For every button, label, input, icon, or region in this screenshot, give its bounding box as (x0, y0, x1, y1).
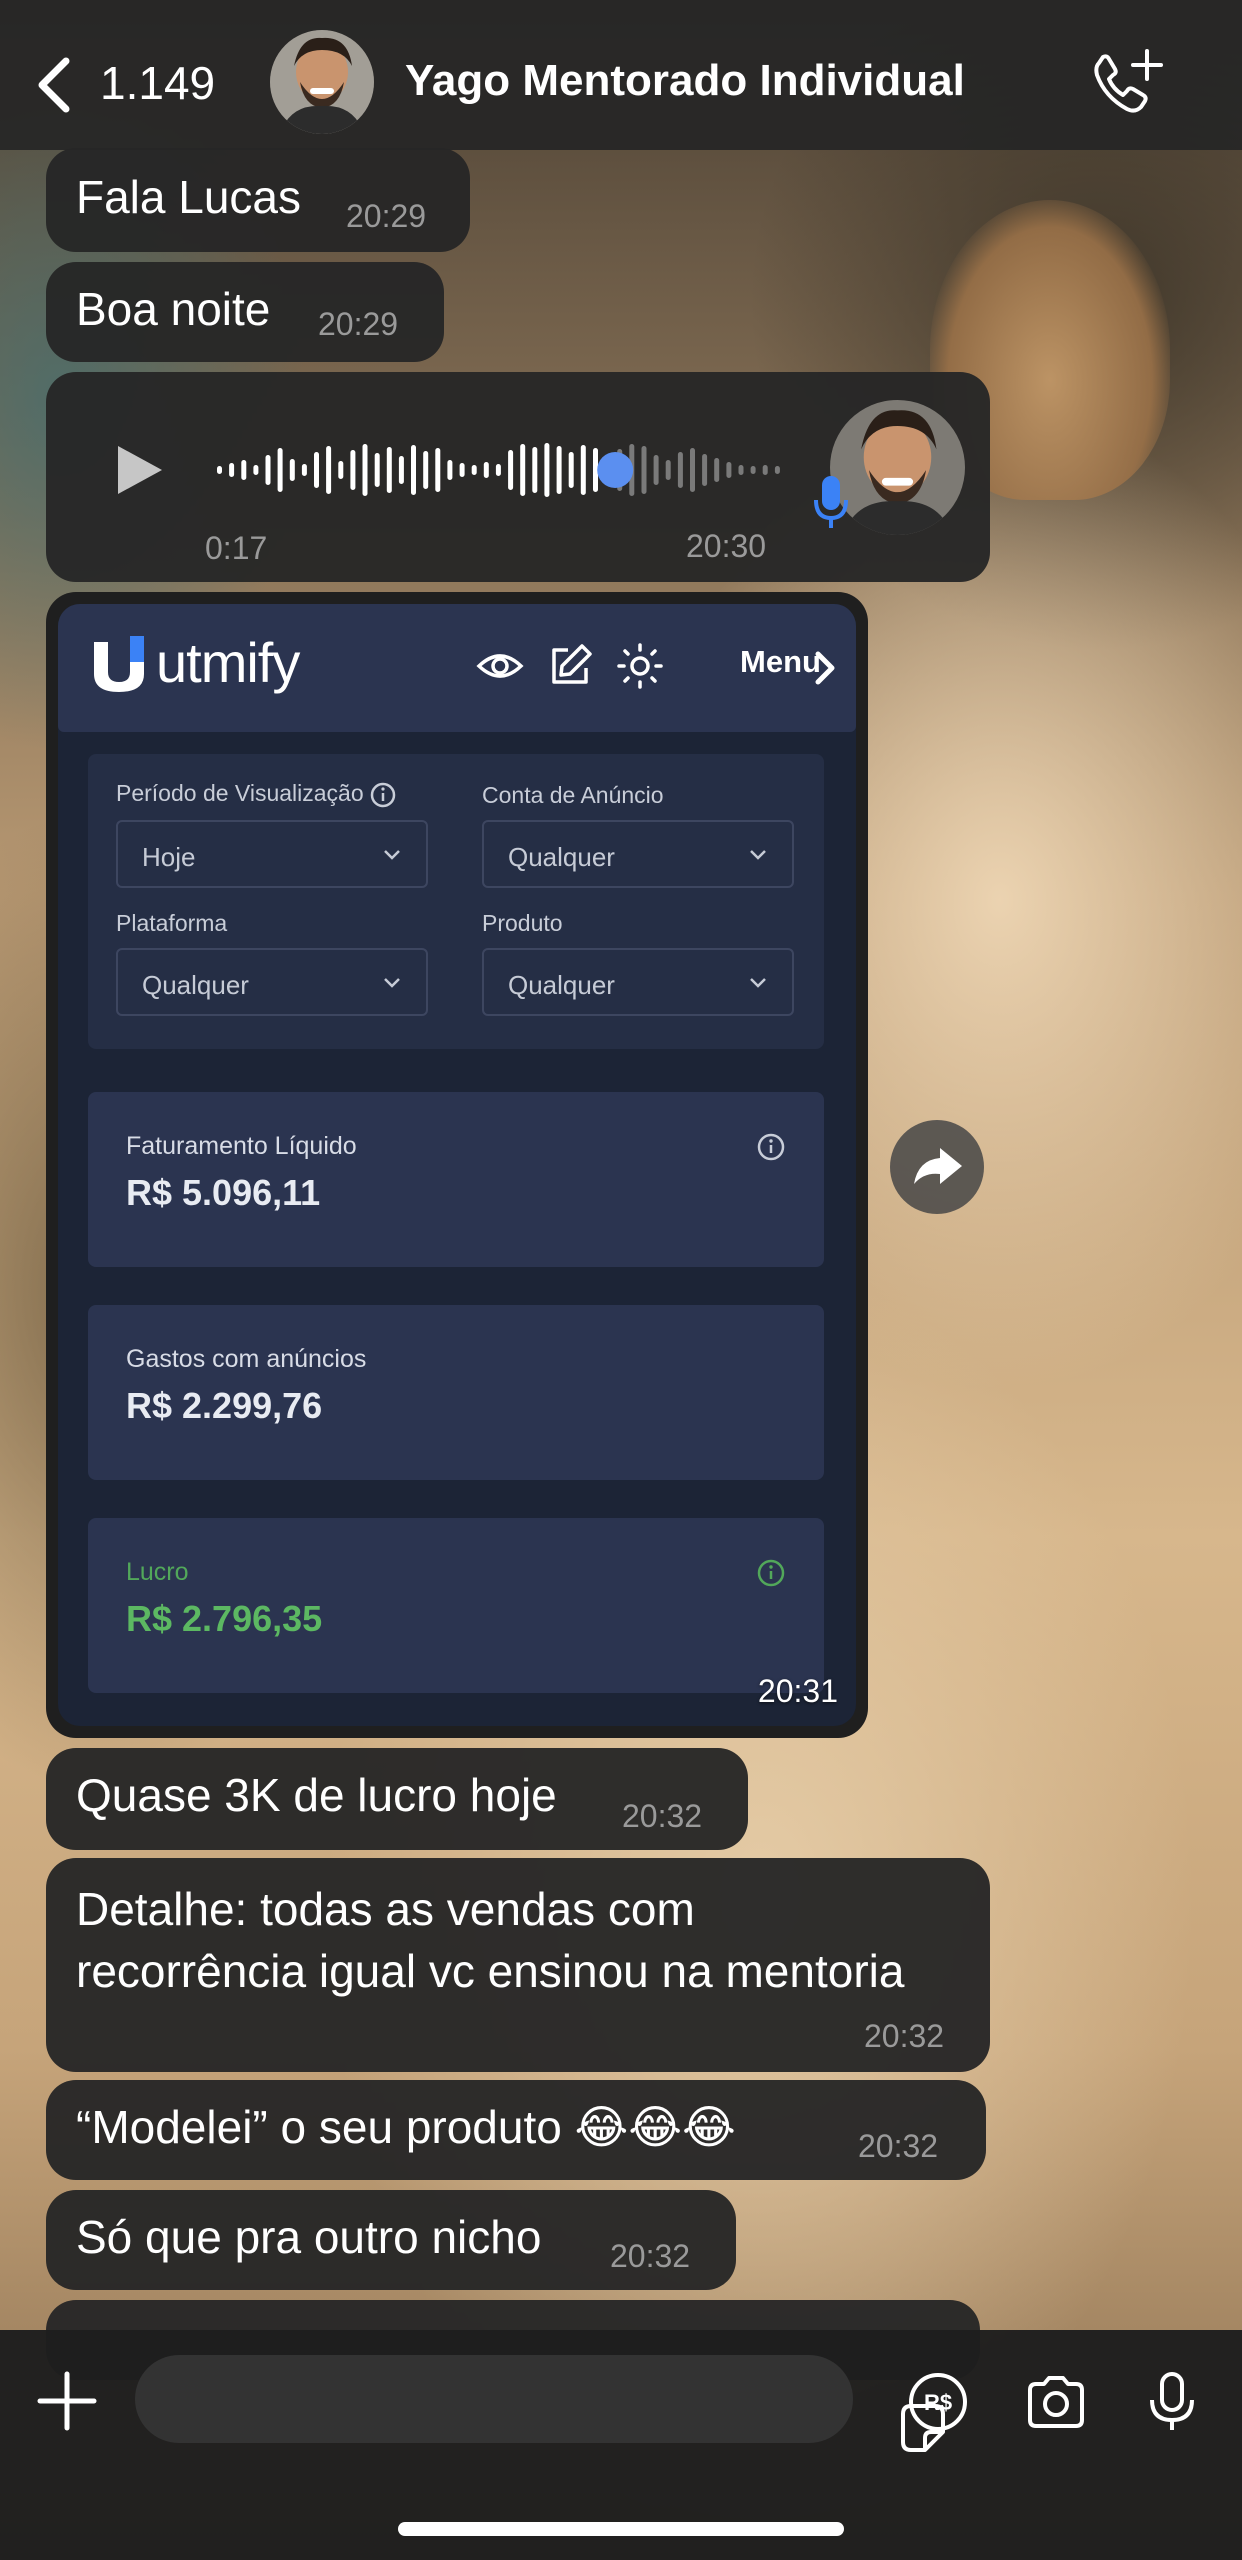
forward-icon (914, 1148, 962, 1184)
message-input-bar: R$ (0, 2330, 1242, 2560)
back-chevron-icon[interactable] (30, 55, 80, 115)
info-icon (757, 1559, 785, 1587)
platform-select: Qualquer (116, 948, 428, 1016)
plus-icon[interactable] (36, 2370, 98, 2432)
sun-icon (617, 643, 663, 689)
chat-header: 1.149 Yago Mentorado Individual (0, 0, 1242, 150)
message-bubble[interactable]: Boa noite 20:29 (46, 262, 444, 362)
message-time: 20:32 (622, 1798, 703, 1834)
call-add-icon[interactable] (1085, 45, 1165, 120)
image-message[interactable]: utmify Menu Período de Visualização Cont… (46, 592, 868, 1738)
message-time: 20:32 (864, 2018, 945, 2054)
revenue-label: Faturamento Líquido (126, 1132, 357, 1160)
unread-count[interactable]: 1.149 (100, 56, 215, 110)
message-text-line: Detalhe: todas as vendas com (76, 1883, 695, 1935)
message-input[interactable] (135, 2355, 945, 2452)
platform-label: Plataforma (116, 910, 228, 936)
chevron-down-icon (384, 978, 400, 988)
svg-text:R$: R$ (924, 2390, 952, 2415)
info-icon (757, 1133, 785, 1161)
menu-label: Menu (740, 644, 821, 679)
ad-spend-card: Gastos com anúncios R$ 2.299,76 (88, 1305, 824, 1480)
product-label: Produto (482, 910, 563, 936)
microphone-icon[interactable] (1140, 2370, 1204, 2434)
message-time: 20:29 (318, 306, 399, 342)
message-text: Boa noite (76, 283, 271, 335)
audio-scrubber (597, 452, 634, 488)
message-bubble[interactable]: Detalhe: todas as vendas com recorrência… (46, 1858, 990, 2072)
message-bubble[interactable]: Fala Lucas 20:29 (46, 148, 470, 252)
audio-waveform[interactable] (215, 440, 785, 500)
message-time: 20:31 (757, 1673, 838, 1709)
utmify-logo-icon (94, 636, 144, 692)
pix-icon[interactable]: R$ (906, 2370, 970, 2434)
revenue-card: Faturamento Líquido R$ 5.096,11 (88, 1092, 824, 1267)
ad-spend-value: R$ 2.299,76 (126, 1385, 323, 1426)
message-text: Só que pra outro nicho (76, 2211, 542, 2263)
contact-avatar[interactable] (270, 30, 374, 134)
chevron-down-icon (384, 850, 400, 860)
period-value: Hoje (142, 842, 196, 872)
play-icon[interactable] (110, 440, 170, 500)
dashboard-screenshot[interactable]: utmify Menu Período de Visualização Cont… (58, 604, 856, 1726)
eye-icon (476, 654, 524, 678)
message-text: Fala Lucas (76, 171, 302, 223)
message-bubble[interactable]: Só que pra outro nicho 20:32 (46, 2190, 736, 2290)
message-text-line: recorrência igual vc ensinou na mentoria (76, 1945, 905, 1997)
account-value: Qualquer (508, 842, 615, 872)
home-indicator (398, 2522, 844, 2536)
ad-spend-label: Gastos com anúncios (126, 1345, 367, 1373)
platform-value: Qualquer (142, 970, 249, 1000)
period-select: Hoje (116, 820, 428, 888)
edit-icon (552, 644, 592, 684)
filters-card: Período de Visualização Conta de Anúncio… (88, 754, 824, 1049)
message-bubble[interactable]: Quase 3K de lucro hoje 20:32 (46, 1748, 748, 1850)
product-select: Qualquer (482, 948, 794, 1016)
profit-value: R$ 2.796,35 (126, 1598, 323, 1639)
chevron-down-icon (750, 978, 766, 988)
profit-card: Lucro R$ 2.796,35 (88, 1518, 824, 1693)
camera-icon[interactable] (1024, 2370, 1088, 2434)
message-text: “Modelei” o seu produto 😂😂😂 (76, 2101, 736, 2153)
mic-icon (814, 476, 848, 528)
period-label: Período de Visualização (116, 780, 396, 808)
message-bubble[interactable]: “Modelei” o seu produto 😂😂😂 20:32 (46, 2080, 986, 2180)
account-label: Conta de Anúncio (482, 782, 664, 808)
audio-duration: 0:17 (205, 530, 268, 566)
dashboard-navbar: utmify Menu (58, 604, 856, 732)
chevron-down-icon (750, 850, 766, 860)
profit-label: Lucro (126, 1558, 189, 1586)
sender-avatar (830, 400, 965, 535)
info-icon (370, 782, 395, 808)
utmify-logo-text: utmify (156, 631, 300, 694)
message-time: 20:30 (686, 528, 767, 564)
product-value: Qualquer (508, 970, 615, 1000)
account-select: Qualquer (482, 820, 794, 888)
chevron-right-icon (815, 651, 835, 685)
message-time: 20:32 (858, 2128, 939, 2164)
message-time: 20:29 (346, 198, 427, 234)
forward-button[interactable] (890, 1120, 984, 1214)
revenue-value: R$ 5.096,11 (126, 1172, 321, 1213)
chat-title[interactable]: Yago Mentorado Individual (405, 56, 965, 106)
message-text: Quase 3K de lucro hoje (76, 1769, 557, 1821)
message-time: 20:32 (610, 2238, 691, 2274)
